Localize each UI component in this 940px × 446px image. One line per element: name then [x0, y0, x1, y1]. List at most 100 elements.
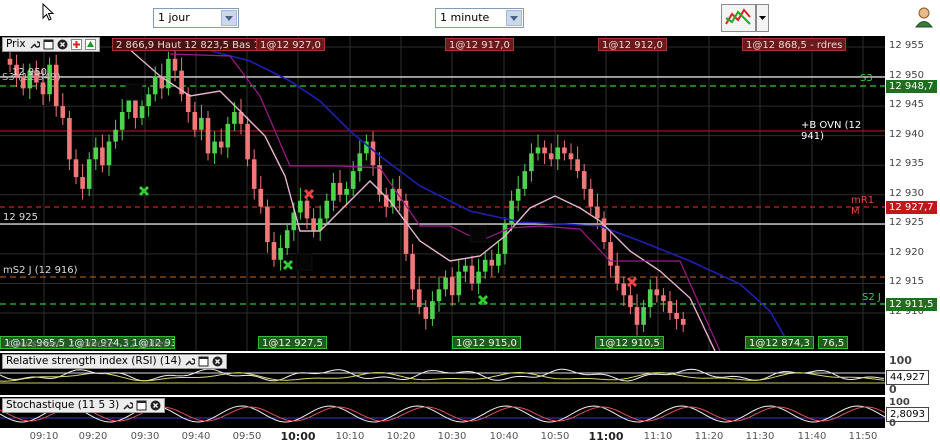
time-axis-label: 09:20 [78, 431, 108, 442]
top-trade-flag: 1@12 917,0 [445, 38, 514, 51]
time-axis-label: 10:40 [489, 431, 519, 442]
candle-body [324, 200, 330, 219]
candle-body [93, 147, 99, 160]
maximize-icon[interactable] [136, 400, 147, 411]
ovn-level-label: +B OVN (12 941) [801, 120, 862, 142]
candle-body [482, 259, 488, 272]
candle-body [436, 289, 442, 302]
stochastic-y-axis: 100 2,8093 0 [885, 397, 940, 428]
period-select[interactable]: 1 jour [153, 8, 239, 28]
candle-body [218, 141, 224, 148]
candle-body [86, 159, 92, 189]
candle-body [265, 206, 270, 243]
close-icon[interactable] [57, 39, 68, 50]
candle-body [463, 265, 468, 272]
maximize-icon[interactable] [43, 39, 54, 50]
chart-type-button[interactable] [721, 4, 769, 32]
user-icon[interactable] [914, 6, 934, 28]
moving-average-blue [149, 40, 791, 347]
candle-body [449, 277, 455, 296]
top-trade-flag: 1@12 912,0 [598, 38, 667, 51]
time-axis-label: 11:30 [745, 431, 775, 442]
candle-body [634, 307, 640, 325]
time-axis-label: 11:00 [588, 430, 624, 443]
toolbar: 1 jour 1 minute [0, 0, 940, 36]
price-panel-title: Prix [6, 38, 26, 50]
candle-body [113, 129, 118, 142]
candle-body [199, 117, 204, 130]
candle-body [304, 200, 310, 219]
candle-body [73, 159, 79, 178]
candle-body [496, 253, 501, 266]
price-y-tick: 12 955 [889, 40, 924, 51]
candle-body [350, 171, 356, 189]
bottom-trade-flag: 1@12 874,3 [745, 336, 814, 349]
candle-body [133, 100, 138, 118]
candle-body [654, 289, 660, 296]
candle-body [588, 188, 594, 207]
stochastic-panel-header: Stochastique (11 5 3) [2, 398, 166, 413]
time-axis-label: 09:40 [181, 431, 211, 442]
price-y-tick: 12 915 [889, 276, 924, 288]
candle-body [489, 259, 495, 266]
signal-marker [303, 188, 315, 200]
candle-body [476, 271, 481, 284]
candle-body [595, 206, 600, 219]
candle-body [568, 153, 574, 160]
add-indicator-icon[interactable] [70, 39, 82, 50]
move-up-icon[interactable] [84, 39, 96, 50]
candle-body [7, 58, 13, 65]
level-12925-label: 12 925 [3, 212, 38, 223]
top-trade-flag: 1@12 868,5 - rdres [742, 38, 847, 51]
candle-body [621, 283, 627, 296]
candle-body [529, 153, 534, 172]
s3-level-label: S3 (12 949) [2, 72, 61, 83]
rsi-panel[interactable]: Relative strength index (RSI) (14) [0, 353, 885, 395]
price-y-tick: 12 940 [889, 128, 924, 140]
wrench-icon[interactable] [122, 400, 134, 411]
bottom-trade-flag: 1@12 910,5 [595, 336, 664, 349]
price-y-tick: 12 925 [889, 217, 924, 229]
bottom-trade-flag: 76,5 [818, 336, 849, 349]
candle-body [542, 147, 547, 154]
stochastic-panel[interactable]: Stochastique (11 5 3) [0, 397, 885, 428]
rsi-signal-line [0, 371, 885, 382]
price-y-tick: 12 950 [889, 69, 924, 81]
close-icon[interactable] [212, 356, 223, 367]
maximize-icon[interactable] [198, 356, 209, 367]
signal-marker [282, 259, 294, 271]
candle-body [522, 171, 528, 189]
candle-body [60, 106, 66, 118]
candle-body [515, 188, 521, 201]
candle-body [608, 242, 613, 266]
time-axis-label: 10:00 [280, 430, 316, 443]
candle-body [212, 141, 217, 154]
candle-body [555, 147, 561, 160]
time-axis-label: 09:10 [29, 431, 59, 442]
candle-body [106, 141, 112, 166]
time-axis-label: 10:50 [540, 431, 570, 442]
candle-body [614, 265, 620, 284]
chevron-down-icon[interactable] [506, 10, 522, 26]
price-chart-canvas[interactable] [0, 36, 885, 351]
price-y-tick: 12 920 [889, 246, 924, 258]
close-icon[interactable] [150, 400, 161, 411]
candle-body [284, 230, 290, 248]
interval-select[interactable]: 1 minute [435, 8, 524, 28]
candle-body [647, 289, 653, 308]
wrench-icon[interactable] [29, 39, 40, 50]
wrench-icon[interactable] [184, 356, 196, 367]
candle-body [40, 82, 46, 95]
candle-body [423, 307, 429, 319]
y-flag-green-top: 12 948,7 [886, 80, 937, 93]
bottom-trade-flag: 1@12 915,0 [452, 336, 521, 349]
time-axis-label: 11:20 [694, 431, 724, 442]
price-y-tick: 12 945 [889, 99, 924, 111]
candle-body [232, 112, 237, 124]
candle-body [667, 301, 673, 313]
candle-body [298, 200, 303, 213]
candle-body [245, 123, 250, 160]
candle-body [430, 301, 435, 319]
price-chart-panel[interactable]: Prix 2 866,9 Haut 12 823,5 Bas 12 782,5 1… [0, 36, 885, 351]
chevron-down-icon[interactable] [221, 10, 237, 26]
